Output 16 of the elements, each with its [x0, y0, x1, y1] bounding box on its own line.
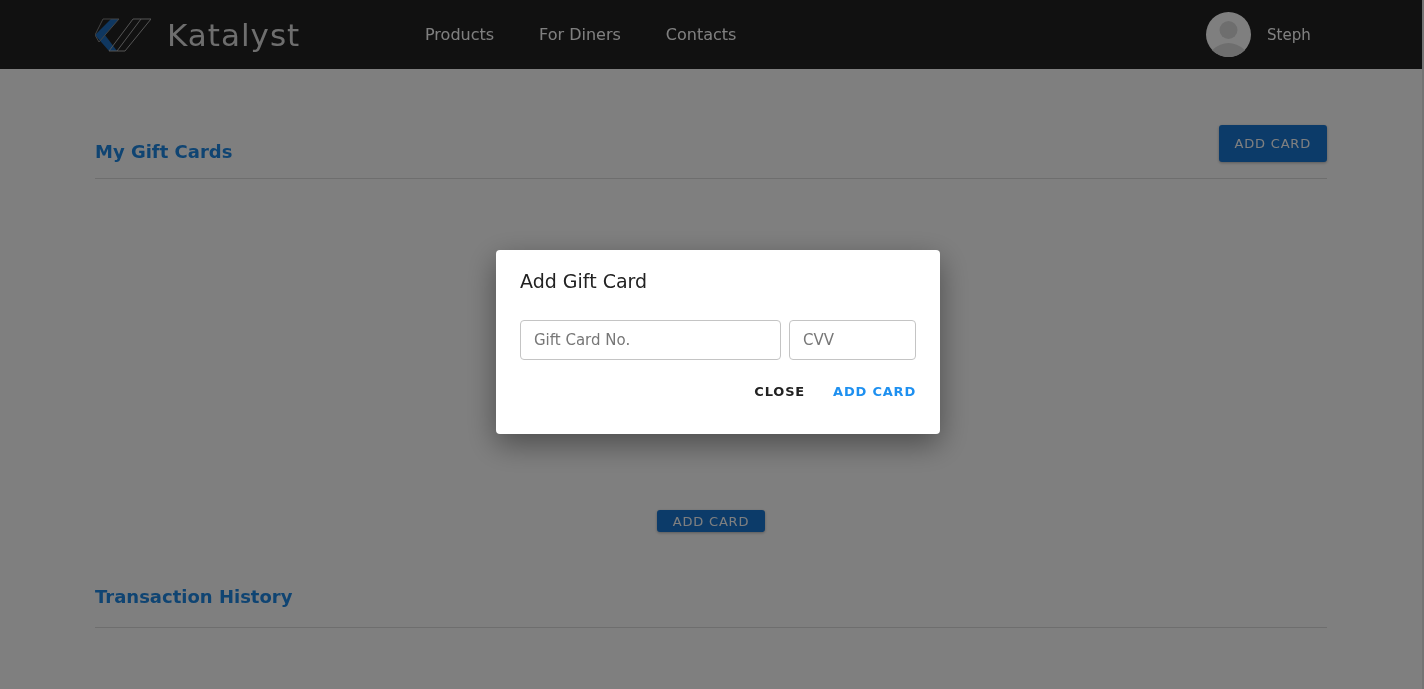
- add-card-button[interactable]: ADD CARD: [825, 380, 924, 403]
- brand-name[interactable]: Katalyst: [167, 16, 301, 53]
- section-title: Transaction History: [95, 586, 293, 607]
- avatar-icon[interactable]: [1206, 12, 1251, 57]
- add-card-button[interactable]: ADD CARD: [656, 510, 766, 532]
- nav-link[interactable]: For Diners: [539, 25, 621, 44]
- input-field[interactable]: Gift Card No.: [520, 320, 781, 360]
- dialog-title: Add Gift Card: [520, 270, 649, 292]
- nav-link[interactable]: Contacts: [665, 25, 737, 44]
- user-name[interactable]: Steph: [1267, 25, 1325, 44]
- add-card-button[interactable]: ADD CARD: [1218, 125, 1327, 162]
- nav-link[interactable]: Products: [425, 25, 495, 44]
- section-title: My Gift Cards: [95, 141, 233, 162]
- input-field[interactable]: CVV: [789, 320, 916, 360]
- logo-icon: [95, 17, 151, 52]
- close-button[interactable]: CLOSE: [746, 380, 813, 403]
